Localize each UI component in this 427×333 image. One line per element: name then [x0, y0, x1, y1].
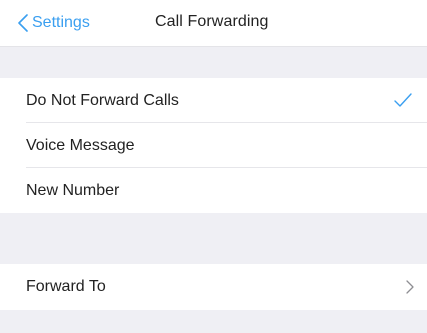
- call-forwarding-screen: Settings Call Forwarding Do Not Forward …: [0, 0, 427, 333]
- forward-to-label: Forward To: [26, 278, 106, 295]
- forward-to-group: Forward To: [0, 264, 427, 310]
- back-button[interactable]: Settings: [18, 11, 90, 35]
- forward-options-group: Do Not Forward Calls Voice Message New N…: [0, 78, 427, 213]
- page-title: Call Forwarding: [155, 13, 269, 30]
- chevron-right-icon: [406, 280, 414, 294]
- forward-to-row[interactable]: Forward To: [0, 264, 427, 310]
- option-label: Do Not Forward Calls: [26, 91, 179, 109]
- option-new-number[interactable]: New Number: [0, 168, 427, 213]
- navigation-bar: Settings Call Forwarding: [0, 0, 427, 47]
- chevron-left-icon: [18, 14, 28, 32]
- back-button-label: Settings: [32, 14, 90, 31]
- option-do-not-forward-calls[interactable]: Do Not Forward Calls: [0, 78, 427, 123]
- option-label: New Number: [26, 181, 120, 199]
- option-voice-message[interactable]: Voice Message: [0, 123, 427, 168]
- checkmark-icon: [394, 93, 412, 107]
- option-label: Voice Message: [26, 136, 135, 154]
